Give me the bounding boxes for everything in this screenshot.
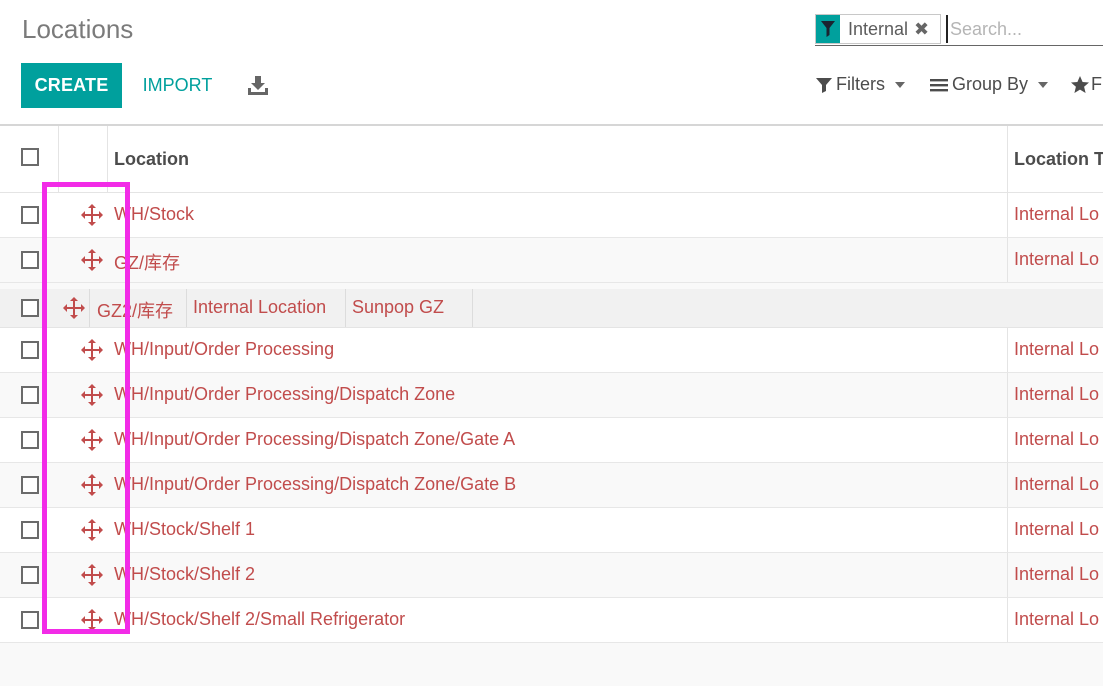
table-row[interactable]: WH/Input/Order Processing Internal Lo — [0, 328, 1103, 373]
row-checkbox[interactable] — [21, 341, 39, 359]
dragged-location-type[interactable]: Internal Location — [193, 297, 326, 318]
column-divider — [58, 126, 59, 192]
create-button[interactable]: CREATE — [21, 63, 122, 108]
location-type[interactable]: Internal Lo — [1014, 339, 1099, 360]
column-divider — [1007, 373, 1008, 417]
location-name[interactable]: WH/Input/Order Processing — [114, 339, 334, 360]
column-divider — [1007, 126, 1008, 192]
group-by-dropdown[interactable]: Group By — [930, 74, 1049, 95]
location-name[interactable]: GZ/库存 — [114, 249, 180, 275]
drag-handle-icon[interactable] — [81, 249, 103, 271]
location-type[interactable]: Internal Lo — [1014, 204, 1099, 225]
row-checkbox[interactable] — [21, 431, 39, 449]
filters-dropdown[interactable]: Filters — [816, 74, 905, 95]
location-type[interactable]: Internal Lo — [1014, 519, 1099, 540]
table-row[interactable]: WH/Stock Internal Lo — [0, 193, 1103, 238]
facet-label: Internal — [848, 18, 909, 39]
table-row[interactable]: WH/Stock/Shelf 2 Internal Lo — [0, 553, 1103, 598]
search-input[interactable] — [946, 15, 1103, 43]
filter-icon — [816, 15, 840, 43]
column-divider — [1007, 328, 1008, 372]
column-divider — [1007, 238, 1008, 282]
bars-icon — [930, 78, 948, 91]
column-divider — [1007, 418, 1008, 462]
column-divider — [186, 289, 187, 327]
control-panel: Locations CREATE IMPORT Internal ✖ Filte… — [0, 0, 1103, 124]
table-row[interactable]: WH/Input/Order Processing/Dispatch Zone/… — [0, 418, 1103, 463]
column-header-location-type[interactable]: Location T — [1014, 149, 1103, 170]
drag-handle-icon[interactable] — [81, 474, 103, 496]
location-type[interactable]: Internal Lo — [1014, 474, 1099, 495]
column-divider — [345, 289, 346, 327]
group-by-label: Group By — [952, 74, 1029, 94]
drag-handle-icon[interactable] — [81, 429, 103, 451]
location-name[interactable]: WH/Input/Order Processing/Dispatch Zone/… — [114, 429, 515, 450]
location-type[interactable]: Internal Lo — [1014, 609, 1099, 630]
row-checkbox[interactable] — [21, 521, 39, 539]
column-divider — [1007, 598, 1008, 642]
location-name[interactable]: WH/Stock/Shelf 2/Small Refrigerator — [114, 609, 405, 630]
location-name[interactable]: WH/Input/Order Processing/Dispatch Zone/… — [114, 474, 516, 495]
column-divider — [472, 289, 473, 327]
column-header-location[interactable]: Location — [114, 149, 189, 170]
row-checkbox[interactable] — [21, 206, 39, 224]
download-icon[interactable] — [246, 73, 270, 97]
chevron-down-icon — [1038, 81, 1049, 88]
filters-label: Filters — [836, 74, 885, 94]
page-title: Locations — [22, 14, 134, 44]
favorites-dropdown[interactable]: F — [1070, 74, 1102, 95]
drag-handle-icon[interactable] — [81, 339, 103, 361]
row-checkbox[interactable] — [21, 566, 39, 584]
favorites-label: F — [1091, 74, 1102, 94]
column-divider — [1007, 463, 1008, 507]
column-divider — [1007, 193, 1008, 237]
column-divider — [89, 289, 90, 327]
column-divider — [1007, 508, 1008, 552]
location-name[interactable]: WH/Input/Order Processing/Dispatch Zone — [114, 384, 455, 405]
table-row[interactable]: WH/Stock/Shelf 1 Internal Lo — [0, 508, 1103, 553]
location-name[interactable]: WH/Stock/Shelf 2 — [114, 564, 255, 585]
select-all-checkbox[interactable] — [21, 148, 39, 166]
row-checkbox[interactable] — [21, 299, 39, 317]
column-divider — [107, 126, 108, 192]
column-divider — [1007, 553, 1008, 597]
location-name[interactable]: WH/Stock — [114, 204, 194, 225]
drag-handle-icon[interactable] — [81, 609, 103, 631]
drag-handle-icon[interactable] — [63, 297, 85, 319]
row-checkbox[interactable] — [21, 386, 39, 404]
row-checkbox[interactable] — [21, 251, 39, 269]
row-checkbox[interactable] — [21, 476, 39, 494]
drag-handle-icon[interactable] — [81, 519, 103, 541]
list-header: Location Location T — [0, 124, 1103, 193]
star-icon — [1071, 75, 1089, 93]
locations-list: Location Location T WH/Stock Internal Lo… — [0, 124, 1103, 643]
row-checkbox[interactable] — [21, 611, 39, 629]
location-name[interactable]: WH/Stock/Shelf 1 — [114, 519, 255, 540]
dragged-location-name[interactable]: GZ2/库存 — [97, 297, 173, 323]
drag-handle-icon[interactable] — [81, 564, 103, 586]
search-bar: Internal ✖ — [815, 12, 1103, 46]
dragged-company[interactable]: Sunpop GZ — [352, 297, 444, 318]
location-type[interactable]: Internal Lo — [1014, 429, 1099, 450]
drag-handle-icon[interactable] — [81, 204, 103, 226]
search-facet-internal[interactable]: Internal ✖ — [815, 14, 941, 44]
table-row[interactable]: WH/Input/Order Processing/Dispatch Zone/… — [0, 463, 1103, 508]
dragged-row[interactable]: GZ2/库存 Internal Location Sunpop GZ — [0, 289, 1103, 328]
location-type[interactable]: Internal Lo — [1014, 564, 1099, 585]
table-row[interactable]: WH/Stock/Shelf 2/Small Refrigerator Inte… — [0, 598, 1103, 643]
import-button[interactable]: IMPORT — [130, 63, 225, 108]
table-row[interactable]: GZ/库存 Internal Lo — [0, 238, 1103, 283]
chevron-down-icon — [895, 81, 905, 88]
location-type[interactable]: Internal Lo — [1014, 249, 1099, 270]
drag-handle-icon[interactable] — [81, 384, 103, 406]
close-icon[interactable]: ✖ — [914, 19, 929, 40]
location-type[interactable]: Internal Lo — [1014, 384, 1099, 405]
funnel-icon — [816, 77, 832, 93]
table-row[interactable]: WH/Input/Order Processing/Dispatch Zone … — [0, 373, 1103, 418]
